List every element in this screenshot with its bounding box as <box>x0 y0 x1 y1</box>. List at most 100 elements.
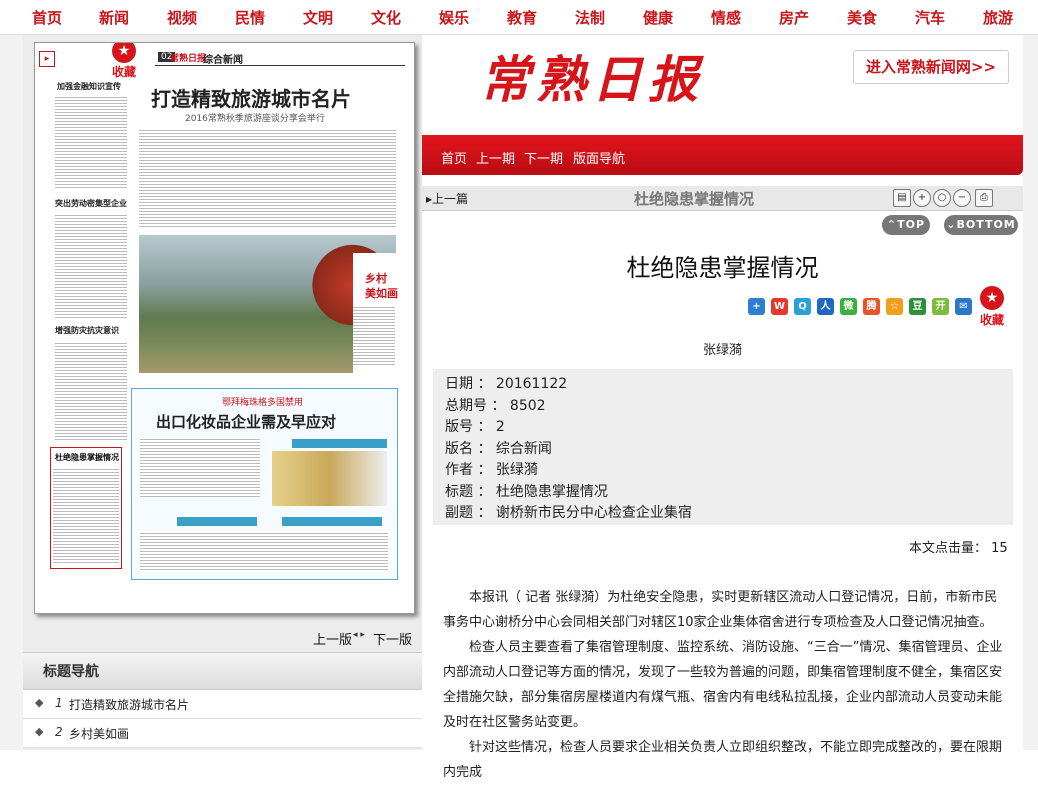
article-paragraph-3: 针对这些情况，检查人员要求企业相关负责人立即组织整改，不能立即完成整改的，要在限… <box>443 740 1003 780</box>
top-button[interactable]: ⌃TOP <box>882 215 930 235</box>
paper-headline[interactable]: 打造精致旅游城市名片 <box>151 83 351 112</box>
meta-key: 日期 <box>445 376 473 392</box>
zoom-out-icon[interactable]: − <box>953 189 971 207</box>
paper-left-title-2[interactable]: 突出劳动密集型企业 <box>55 198 127 209</box>
wechat-icon[interactable]: 微 <box>840 298 857 315</box>
meta-separator: ： <box>473 462 496 478</box>
topnav-item[interactable]: 房产 <box>779 7 809 28</box>
renren-icon[interactable]: 人 <box>817 298 834 315</box>
meta-key: 副题 <box>445 505 473 521</box>
newspaper-page-image[interactable]: ▸ ★ 收藏 02 常熟日报 综合新闻 打造精致旅游城市名片 2016常熟秋季旅… <box>34 42 415 614</box>
paper-subheadline: 2016常熟秋季旅游座谈分享会举行 <box>185 114 325 124</box>
bottom-button[interactable]: ⌄BOTTOM <box>944 215 1018 235</box>
tencent-weibo-icon[interactable]: 腾 <box>863 298 880 315</box>
prev-article-link[interactable]: ▸上一篇 <box>426 190 468 207</box>
meta-value: 20161122 <box>495 376 568 392</box>
diamond-icon: ◆ <box>35 696 44 709</box>
top-nav: 首页 新闻 视频 民情 文明 文化 娱乐 教育 法制 健康 情感 房产 美食 汽车 旅游 <box>0 0 1038 35</box>
page-arrow-icon[interactable]: ▸ <box>39 51 55 67</box>
topnav-item[interactable]: 娱乐 <box>439 7 469 28</box>
article-meta: 日期 ： 20161122 总期号 ： 8502 版号 ： 2 版名 ： 综合新闻 作者… <box>433 369 1013 525</box>
share-more-icon[interactable]: + <box>748 298 765 315</box>
meta-key: 版号 <box>445 419 473 435</box>
topnav-item[interactable]: 汽车 <box>915 7 945 28</box>
topnav-item[interactable]: 法制 <box>575 7 605 28</box>
article-paragraph-1: 本报讯（ 记者 张绿漪）为杜绝安全隐患，实时更新辖区流动人口登记情况，日前，市新… <box>443 590 998 630</box>
paper-left-title-1[interactable]: 加强金融知识宣传 <box>57 81 121 92</box>
meta-value: 综合新闻 <box>495 440 552 457</box>
meta-key: 版名 <box>445 440 473 457</box>
title-nav-heading: 标题导航 <box>23 652 422 690</box>
paper-masthead: 常熟日报 <box>170 54 207 64</box>
meta-row: 日期 ： 20161122 <box>445 373 567 393</box>
copy-icon[interactable]: ▤ <box>893 189 911 207</box>
meta-separator: ： <box>473 505 496 521</box>
meta-value: 张绿漪 <box>495 462 538 478</box>
topnav-item[interactable]: 情感 <box>711 7 741 28</box>
weibo-icon[interactable]: W <box>771 298 788 315</box>
paper-left-title-4[interactable]: 杜绝隐患掌握情况 <box>55 452 119 463</box>
meta-value: 谢桥新市民分中心检查企业集宿 <box>495 505 692 521</box>
toolbar-title: 杜绝隐患掌握情况 <box>634 190 755 208</box>
topnav-item[interactable]: 美食 <box>847 7 877 28</box>
article-author: 张绿漪 <box>702 343 742 358</box>
diamond-icon: ◆ <box>35 725 44 738</box>
topnav-item[interactable]: 民情 <box>235 7 265 28</box>
paper-box-story[interactable]: 鄂拜梅珠格多国禁用 出口化妆品企业需及早应对 <box>131 388 398 580</box>
meta-key: 标题 <box>445 483 473 500</box>
meta-separator: ： <box>473 376 496 392</box>
meta-value: 杜绝隐患掌握情况 <box>495 483 608 500</box>
topnav-item[interactable]: 新闻 <box>99 7 129 28</box>
qzone-icon[interactable]: Q <box>794 298 811 315</box>
meta-separator: ： <box>487 397 510 414</box>
meta-separator: ： <box>473 440 496 457</box>
meta-separator: ： <box>473 483 496 500</box>
meta-value: 8502 <box>509 397 546 414</box>
meta-row: 标题 ： 杜绝隐患掌握情况 <box>445 481 608 501</box>
meta-row: 总期号 ： 8502 <box>445 395 546 415</box>
topnav-item[interactable]: 视频 <box>167 7 197 28</box>
arrows-icon: ◂ ▸ <box>353 630 365 640</box>
kaixin-icon[interactable]: 开 <box>932 298 949 315</box>
zoom-reset-icon[interactable]: ○ <box>933 189 951 207</box>
title-nav-item[interactable]: ◆ 1 打造精致旅游城市名片 <box>23 690 422 719</box>
hit-count: 本文点击量： 15 <box>909 541 1008 556</box>
star-share-icon[interactable]: ☆ <box>886 298 903 315</box>
star-icon[interactable]: ★ <box>112 43 136 63</box>
topnav-item[interactable]: 教育 <box>507 7 537 28</box>
meta-key: 作者 <box>445 462 473 478</box>
print-icon[interactable]: ⎙ <box>975 189 993 207</box>
paper-fav-label[interactable]: 收藏 <box>112 63 136 80</box>
mail-icon[interactable]: ✉ <box>955 298 972 315</box>
topnav-item[interactable]: 健康 <box>643 7 673 28</box>
meta-value: 2 <box>495 419 505 435</box>
meta-separator: ： <box>473 419 496 435</box>
article-title: 杜绝隐患掌握情况 <box>626 254 819 282</box>
douban-icon[interactable]: 豆 <box>909 298 926 315</box>
next-page-link[interactable]: 下一版 <box>373 629 412 648</box>
topnav-item[interactable]: 首页 <box>32 7 62 28</box>
subnav-prev-issue[interactable]: 上一期 <box>476 148 515 167</box>
subnav-next-issue[interactable]: 下一期 <box>524 148 563 167</box>
meta-row: 作者 ： 张绿漪 <box>445 459 538 479</box>
paper-box-headline[interactable]: 出口化妆品企业需及早应对 <box>156 411 336 432</box>
topnav-item[interactable]: 文明 <box>303 7 333 28</box>
title-nav-item[interactable]: ◆ 2 乡村美如画 <box>23 719 422 748</box>
site-logo[interactable]: 常熟日报 <box>480 40 704 112</box>
favorite-label[interactable]: 收藏 <box>980 311 1004 328</box>
subnav-home[interactable]: 首页 <box>441 148 467 167</box>
paper-section-name: 综合新闻 <box>203 55 243 66</box>
article-paragraph-2: 检查人员主要查看了集宿管理制度、监控系统、消防设施、“三合一”情况、集宿管理员、… <box>443 640 1003 730</box>
meta-row: 版号 ： 2 <box>445 416 505 436</box>
meta-key: 总期号 <box>445 397 487 414</box>
paper-left-title-3[interactable]: 增强防灾抗灾意识 <box>55 325 119 336</box>
subnav-page-nav[interactable]: 版面导航 <box>573 148 625 167</box>
topnav-item[interactable]: 文化 <box>371 7 401 28</box>
favorite-star-icon[interactable]: ★ <box>980 286 1004 310</box>
enter-site-button[interactable]: 进入常熟新闻网>> <box>853 50 1009 84</box>
meta-row: 副题 ： 谢桥新市民分中心检查企业集宿 <box>445 502 692 522</box>
prev-page-link[interactable]: 上一版 <box>313 629 352 648</box>
paper-rural-title[interactable]: 乡村 <box>365 270 387 286</box>
zoom-in-icon[interactable]: + <box>913 189 931 207</box>
topnav-item[interactable]: 旅游 <box>983 7 1013 28</box>
